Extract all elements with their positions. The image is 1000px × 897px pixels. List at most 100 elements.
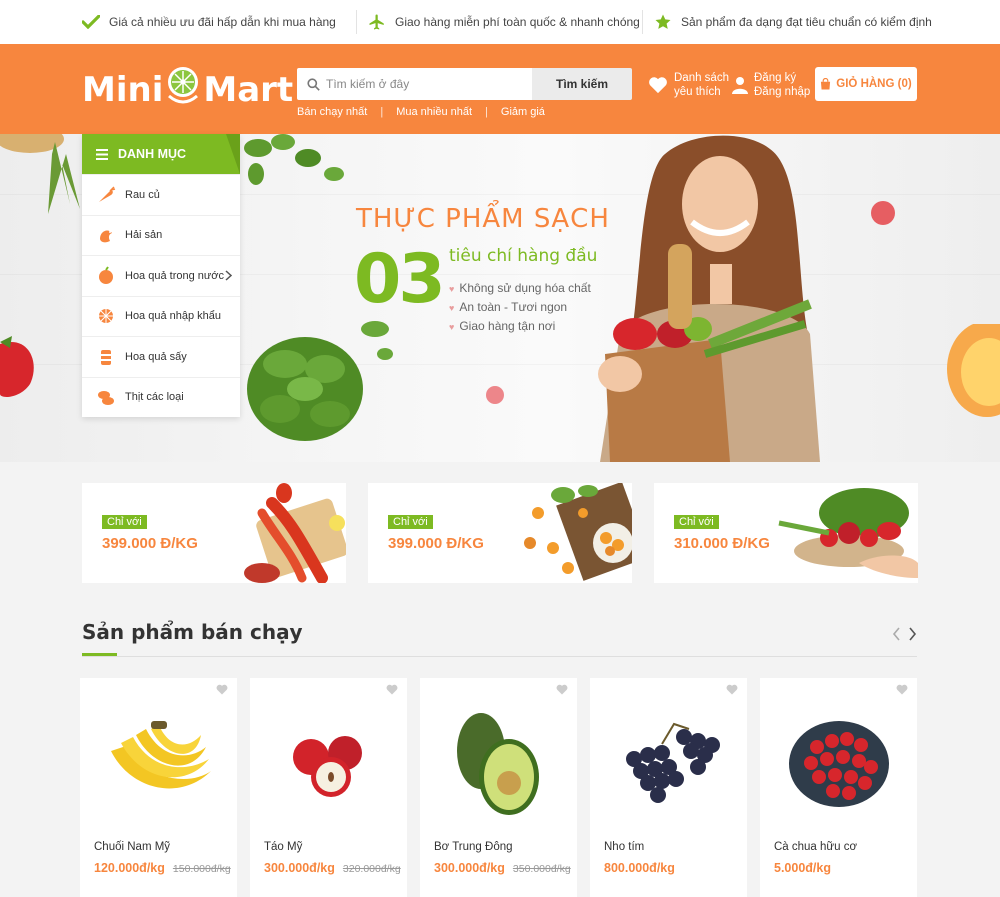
product-pricing: 5.000đ/kg (774, 861, 839, 875)
product-card[interactable]: Táo Mỹ 300.000đ/kg 320.000đ/kg (250, 678, 407, 897)
heart-icon[interactable] (896, 684, 908, 695)
product-image[interactable] (250, 696, 407, 831)
heart-icon[interactable] (726, 684, 738, 695)
product-price: 800.000đ/kg (604, 861, 675, 875)
product-price: 120.000đ/kg (94, 861, 165, 875)
category-item-meat[interactable]: Thịt các loại (82, 376, 240, 418)
cart-button[interactable]: GIỎ HÀNG (0) (815, 67, 917, 101)
wishlist-label-line1: Danh sách (674, 72, 729, 84)
grape-image (625, 722, 720, 803)
logo-text-left: Mini (82, 70, 164, 110)
quick-link-discount[interactable]: Giảm giá (501, 106, 545, 118)
product-name[interactable]: Bơ Trung Đông (434, 841, 513, 853)
site-header: Mini Mart Tìm kiếm Bán chạy nhất | Mua n… (0, 44, 1000, 134)
chevron-left-icon[interactable] (892, 627, 901, 641)
promo-tag: Chỉ với (388, 515, 433, 529)
product-pricing: 800.000đ/kg (604, 861, 683, 875)
strawberry-decoration (0, 336, 34, 397)
product-name[interactable]: Chuối Nam Mỹ (94, 841, 170, 853)
promo-tag: Chỉ với (102, 515, 147, 529)
benefit-text: Sản phẩm đa dạng đạt tiêu chuẩn có kiểm … (681, 15, 932, 29)
product-pricing: 300.000đ/kg 320.000đ/kg (264, 861, 401, 875)
product-image[interactable] (420, 696, 577, 831)
product-price: 5.000đ/kg (774, 861, 831, 875)
basil-bowl-decoration (247, 321, 393, 441)
category-menu-header[interactable]: DANH MỤC (82, 134, 240, 174)
category-item-imported-fruit[interactable]: Hoa quả nhập khẩu (82, 295, 240, 337)
benefits-bar: Giá cả nhiều ưu đãi hấp dẫn khi mua hàng… (0, 0, 1000, 44)
account-link[interactable]: Đăng ký Đăng nhập (732, 71, 810, 99)
heart-icon[interactable] (556, 684, 568, 695)
chevron-right-icon (225, 270, 232, 281)
berry-decoration (871, 201, 895, 225)
benefit-text: Giao hàng miễn phí toàn quốc & nhanh chó… (395, 15, 640, 29)
hero-points: Không sử dụng hóa chất An toàn - Tươi ng… (449, 279, 590, 336)
berry-decoration (486, 386, 504, 404)
search-bar: Tìm kiếm (297, 68, 632, 100)
section-title-underline (82, 653, 117, 656)
search-field-wrap (297, 68, 532, 100)
star-icon (655, 14, 671, 29)
product-card[interactable]: Cà chua hữu cơ 5.000đ/kg (760, 678, 917, 897)
promo-banner-fruit[interactable]: Chỉ với 399.000 Đ/KG (368, 483, 632, 583)
login-link[interactable]: Đăng nhập (754, 85, 810, 99)
benefit-text: Giá cả nhiều ưu đãi hấp dẫn khi mua hàng (109, 15, 336, 29)
product-name[interactable]: Cà chua hữu cơ (774, 841, 857, 853)
product-price: 300.000đ/kg (434, 861, 505, 875)
avocado-image (457, 712, 539, 815)
apple-image (292, 735, 362, 797)
promo-banner-vegetables[interactable]: Chỉ với 310.000 Đ/KG (654, 483, 918, 583)
logo-text-right: Mart (203, 70, 294, 110)
promo-banner-seafood[interactable]: Chỉ với 399.000 Đ/KG (82, 483, 346, 583)
chevron-right-icon[interactable] (908, 627, 917, 641)
section-title: Sản phẩm bán chạy (82, 620, 303, 644)
product-price: 300.000đ/kg (264, 861, 335, 875)
benefit-quality: Sản phẩm đa dạng đạt tiêu chuẩn có kiểm … (654, 0, 932, 44)
product-old-price: 150.000đ/kg (172, 863, 231, 875)
quick-link-best-selling[interactable]: Bán chạy nhất (297, 106, 367, 118)
product-image[interactable] (760, 696, 917, 831)
plane-icon (369, 14, 384, 30)
product-old-price: 320.000đ/kg (342, 863, 401, 875)
divider (642, 10, 643, 34)
category-label: Hải sản (125, 229, 163, 242)
pineapple-decoration (0, 134, 80, 214)
product-name[interactable]: Nho tím (604, 841, 644, 853)
promo-tag: Chỉ với (674, 515, 719, 529)
vegetable-basket-image (778, 488, 918, 578)
hero-headline: THỰC PHẨM SẠCH (356, 204, 610, 234)
basil-decoration (244, 134, 344, 185)
category-item-vegetables[interactable]: Rau củ (82, 174, 240, 215)
product-image[interactable] (80, 696, 237, 831)
quick-links: Bán chạy nhất | Mua nhiều nhất | Giảm gi… (297, 106, 545, 118)
product-name[interactable]: Táo Mỹ (264, 841, 302, 853)
shopping-bag-icon (821, 78, 831, 90)
search-icon (307, 77, 320, 91)
woman-with-groceries-image (598, 135, 820, 462)
product-card[interactable]: Bơ Trung Đông 300.000đ/kg 350.000đ/kg (420, 678, 577, 897)
meat-icon (96, 387, 116, 407)
category-item-seafood[interactable]: Hải sản (82, 214, 240, 256)
heart-icon[interactable] (216, 684, 228, 695)
product-image[interactable] (590, 696, 747, 831)
hero-subtitle: tiêu chí hàng đầu (449, 246, 598, 266)
category-label: Rau củ (125, 188, 160, 201)
search-input[interactable] (326, 77, 516, 91)
category-item-dried-fruit[interactable]: Hoa quả sấy (82, 336, 240, 377)
menu-icon (96, 148, 108, 160)
fruit-icon (96, 266, 116, 286)
hero-point: Không sử dụng hóa chất (449, 279, 590, 298)
wishlist-link[interactable]: Danh sách yêu thích (648, 71, 729, 99)
section-divider (82, 656, 917, 657)
product-card[interactable]: Nho tím 800.000đ/kg (590, 678, 747, 897)
category-item-domestic-fruit[interactable]: Hoa quả trong nước (82, 255, 240, 296)
product-card[interactable]: Chuối Nam Mỹ 120.000đ/kg 150.000đ/kg (80, 678, 237, 897)
heart-icon[interactable] (386, 684, 398, 695)
search-button[interactable]: Tìm kiếm (532, 68, 632, 100)
product-pricing: 120.000đ/kg 150.000đ/kg (94, 861, 231, 875)
logo[interactable]: Mini Mart (82, 66, 293, 114)
register-link[interactable]: Đăng ký (754, 71, 810, 85)
quick-link-most-bought[interactable]: Mua nhiều nhất (396, 106, 472, 118)
promo-price: 310.000 Đ/KG (674, 535, 770, 552)
apricots-image (524, 483, 632, 581)
